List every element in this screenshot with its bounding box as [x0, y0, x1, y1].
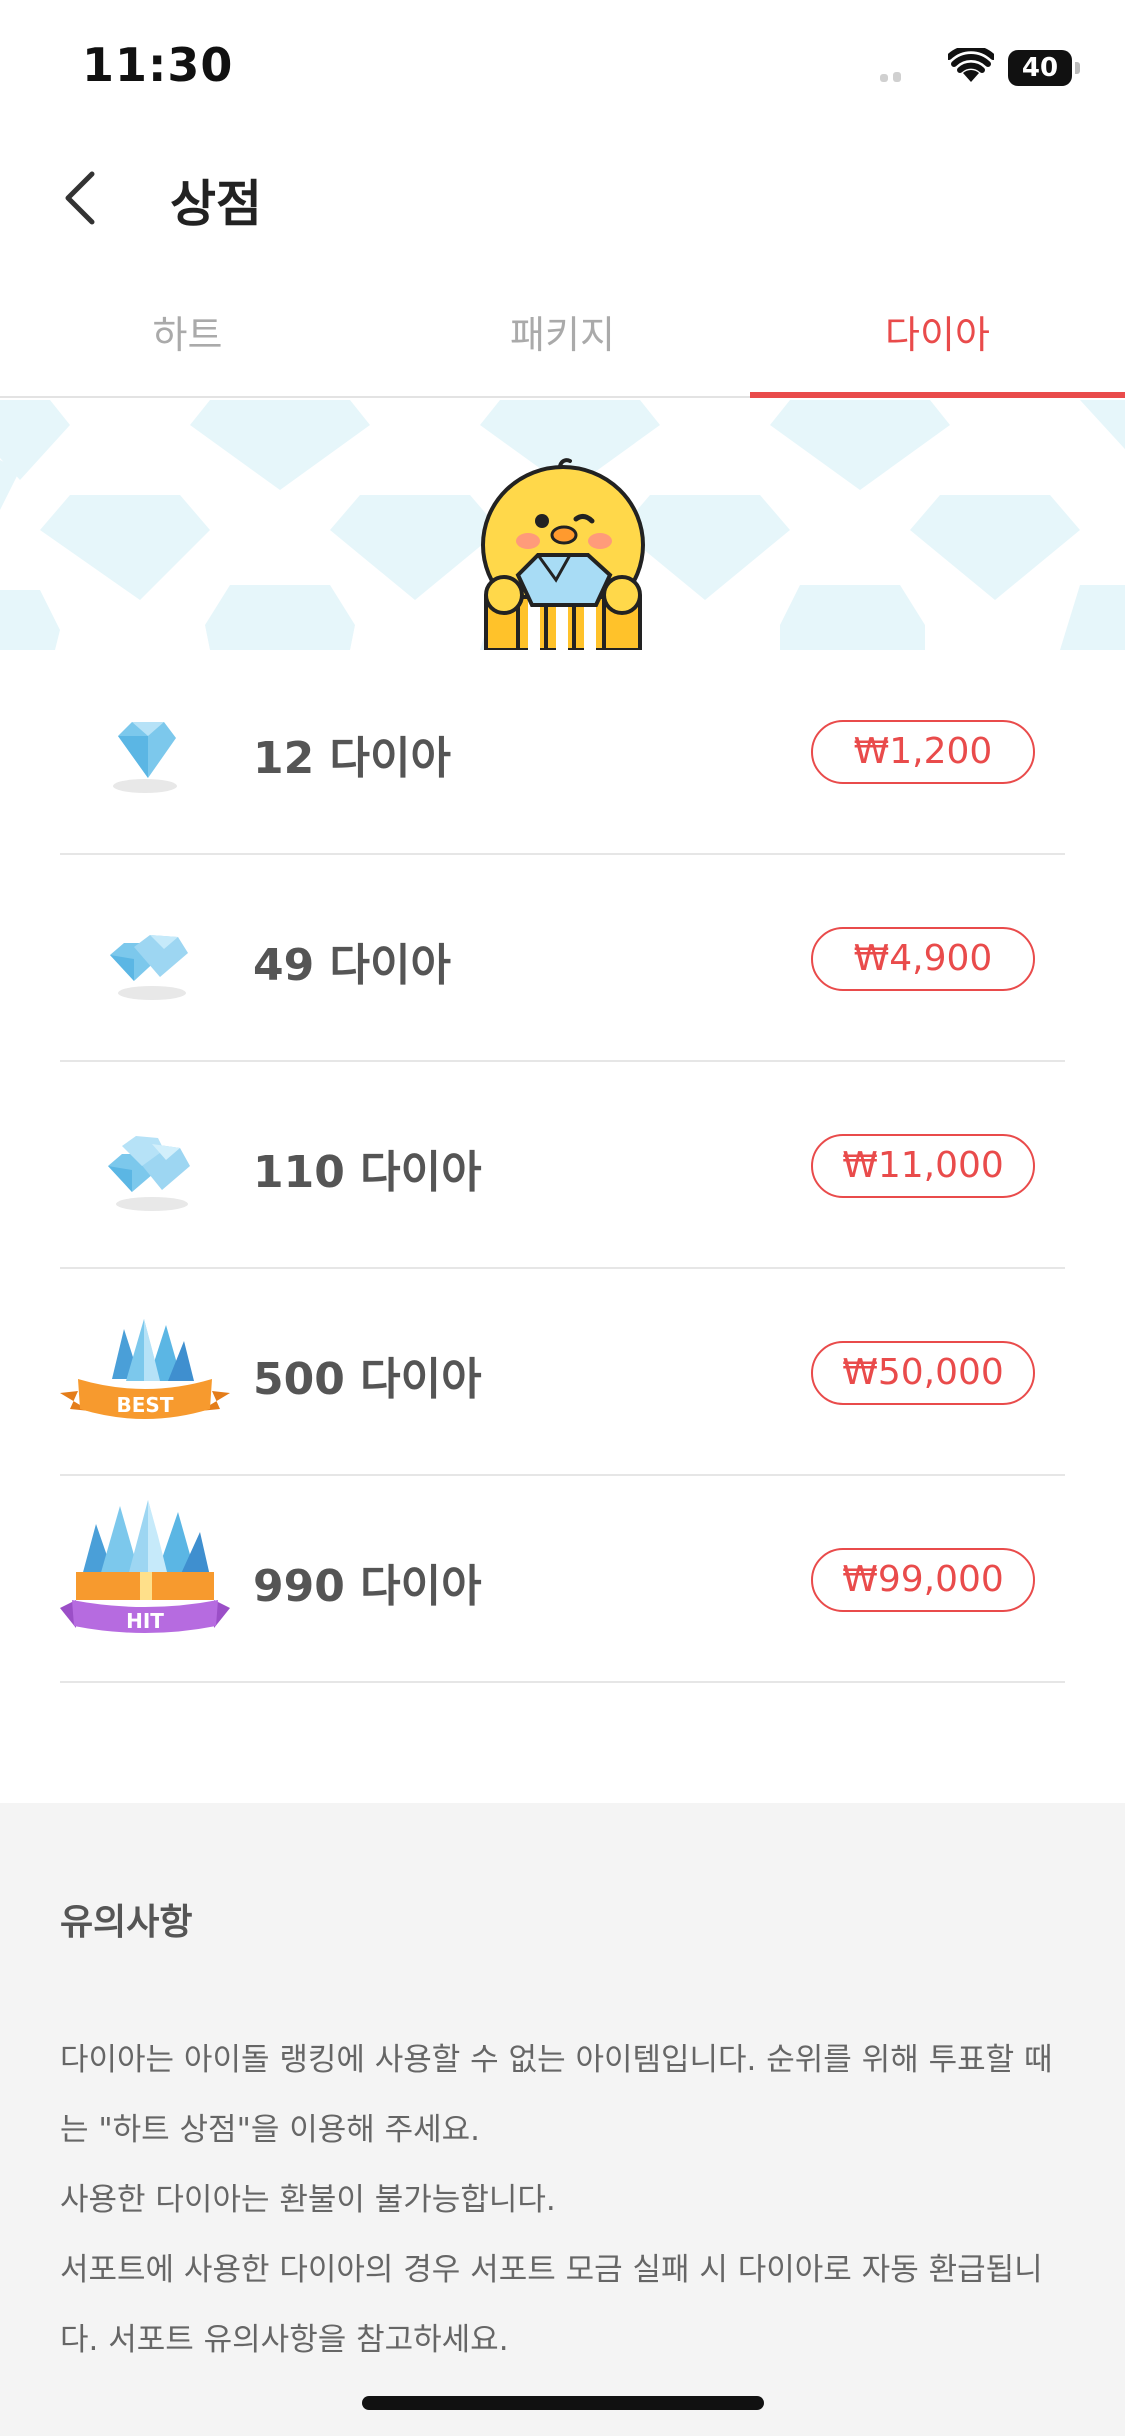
diamond-medium-icon: [110, 935, 188, 1000]
price-button[interactable]: ₩50,000: [811, 1341, 1035, 1405]
page-title: 상점: [170, 175, 262, 233]
diamond-small-icon: [113, 722, 177, 793]
product-item-110[interactable]: 110 다이아 ₩11,000: [60, 1062, 1065, 1269]
product-item-990[interactable]: HIT 990 다이아 ₩99,000: [60, 1476, 1065, 1683]
notice-title: 유의사항: [60, 1902, 193, 1943]
product-label: 110 다이아: [253, 1147, 482, 1198]
notice-line: 다이아는 아이돌 랭킹에 사용할 수 없는 아이템입니다. 순위를 위해 투표할…: [60, 2042, 1053, 2148]
notice-section: 유의사항 다이아는 아이돌 랭킹에 사용할 수 없는 아이템입니다. 순위를 위…: [0, 1803, 1125, 2436]
status-bar: 11:30 40: [0, 0, 1125, 135]
page-header: 상점: [0, 140, 1125, 255]
home-indicator[interactable]: [362, 2396, 764, 2410]
tab-heart[interactable]: 하트: [0, 280, 375, 396]
badge-best: BEST: [117, 1393, 174, 1417]
chick-mascot-icon: [481, 458, 645, 650]
badge-hit: HIT: [126, 1609, 164, 1633]
product-item-12[interactable]: 12 다이아 ₩1,200: [60, 648, 1065, 855]
shop-tabs: 하트 패키지 다이아: [0, 280, 1125, 398]
product-label: 12 다이아: [253, 733, 451, 784]
wifi-icon: [948, 48, 994, 82]
price-button[interactable]: ₩99,000: [811, 1548, 1035, 1612]
notice-line: 서포트에 사용한 다이아의 경우 서포트 모금 실패 시 다이아로 자동 환급됩…: [60, 2252, 1043, 2358]
product-item-49[interactable]: 49 다이아 ₩4,900: [60, 855, 1065, 1062]
tab-diamond[interactable]: 다이아: [750, 280, 1125, 398]
diamond-pile-icon: [108, 1136, 190, 1211]
product-item-500[interactable]: BEST 500 다이아 ₩50,000: [60, 1269, 1065, 1476]
price-button[interactable]: ₩1,200: [811, 720, 1035, 784]
price-button[interactable]: ₩11,000: [811, 1134, 1035, 1198]
crystal-best-icon: BEST: [60, 1319, 230, 1419]
notice-body: 다이아는 아이돌 랭킹에 사용할 수 없는 아이템입니다. 순위를 위해 투표할…: [60, 2025, 1070, 2375]
product-label: 990 다이아: [253, 1561, 482, 1612]
status-time: 11:30: [82, 38, 234, 92]
back-arrow-icon[interactable]: [56, 168, 116, 228]
product-label: 49 다이아: [253, 940, 451, 991]
battery-icon: 40: [1008, 50, 1080, 86]
price-button[interactable]: ₩4,900: [811, 927, 1035, 991]
cellular-signal-icon: [880, 70, 906, 82]
crystal-hit-icon: HIT: [60, 1500, 230, 1633]
notice-line: 사용한 다이아는 환불이 불가능합니다.: [60, 2182, 556, 2218]
product-label: 500 다이아: [253, 1354, 482, 1405]
tab-package[interactable]: 패키지: [375, 280, 750, 396]
